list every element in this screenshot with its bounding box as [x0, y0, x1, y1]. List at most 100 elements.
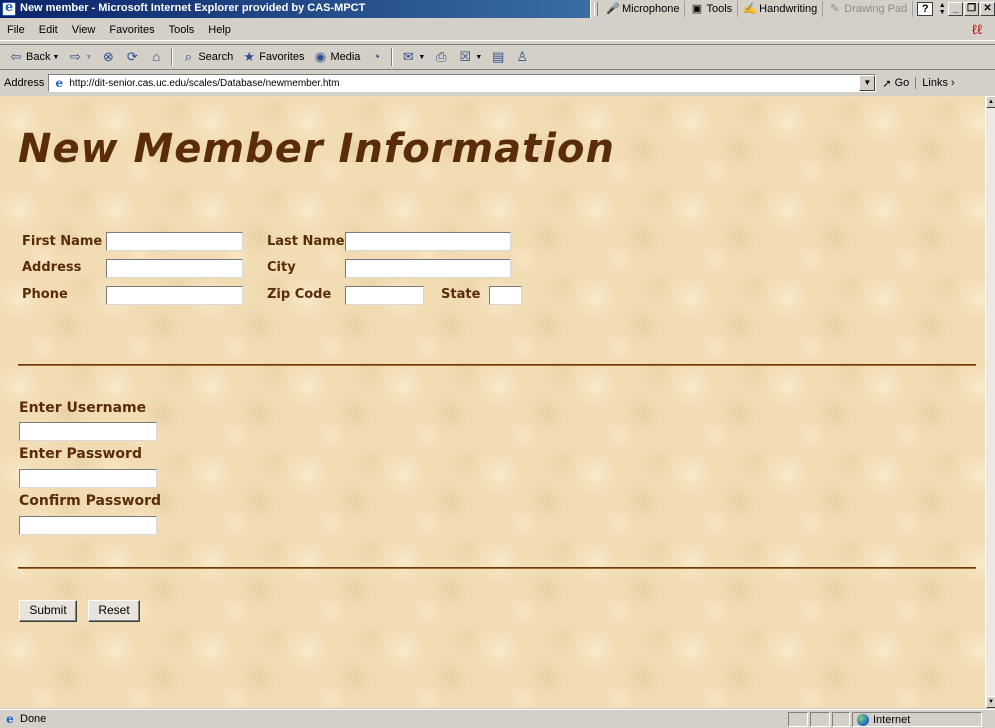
- handwriting-icon: ✍: [743, 3, 757, 15]
- address-label: Address: [4, 77, 45, 89]
- window-title: New member - Microsoft Internet Explorer…: [20, 2, 366, 14]
- reset-button[interactable]: Reset: [88, 600, 140, 622]
- scroll-down-arrow-icon[interactable]: ▼: [986, 696, 995, 708]
- discuss-button[interactable]: ▤: [486, 47, 510, 67]
- drawing-pad-icon: ✎: [830, 3, 840, 15]
- status-pane: [788, 712, 808, 727]
- refresh-icon: ⟳: [126, 49, 138, 64]
- phone-input[interactable]: [106, 286, 243, 305]
- search-icon: ⌕: [184, 49, 192, 64]
- language-bar: 🎤 Microphone ▣ Tools ✍ Handwriting ✎ Dra…: [590, 0, 995, 18]
- menu-file[interactable]: File: [0, 24, 32, 36]
- back-dropdown-icon[interactable]: ▼: [52, 54, 59, 61]
- mail-icon: ✉: [402, 49, 414, 64]
- drawing-pad-button[interactable]: ✎ Drawing Pad: [823, 1, 914, 17]
- section-divider: [18, 364, 976, 366]
- links-button[interactable]: Links ›: [915, 77, 955, 89]
- favorites-button[interactable]: ★ Favorites: [237, 47, 308, 67]
- zip-code-label: Zip Code: [267, 287, 332, 302]
- media-icon: ◉: [314, 49, 327, 64]
- internet-globe-icon: [857, 713, 869, 726]
- back-arrow-icon: ⇦: [10, 49, 22, 64]
- status-pane: [810, 712, 830, 727]
- print-button[interactable]: ⎙: [429, 47, 453, 67]
- edit-dropdown-icon[interactable]: ▼: [475, 54, 482, 61]
- go-arrow-icon: ➚: [882, 77, 892, 90]
- password-label: Enter Password: [19, 446, 142, 462]
- page-icon: e: [55, 76, 64, 90]
- zip-code-input[interactable]: [345, 286, 424, 305]
- last-name-input[interactable]: [345, 232, 511, 251]
- microphone-icon: 🎤: [606, 3, 620, 15]
- language-bar-help-button[interactable]: ?: [917, 2, 934, 16]
- stop-icon: ⊗: [102, 49, 114, 64]
- city-label: City: [267, 260, 296, 275]
- page-content: New Member Information First Name Last N…: [0, 96, 985, 708]
- go-button[interactable]: ➚ Go: [876, 77, 915, 90]
- vertical-scrollbar[interactable]: ▲ ▼: [985, 96, 995, 708]
- address-url[interactable]: http://dit-senior.cas.uc.edu/scales/Data…: [69, 78, 339, 89]
- page-status-icon: e: [6, 712, 14, 726]
- address-field[interactable]: e http://dit-senior.cas.uc.edu/scales/Da…: [48, 74, 877, 92]
- toolbar-separator: [171, 48, 174, 66]
- security-zone[interactable]: Internet: [852, 712, 982, 727]
- media-button[interactable]: ◉ Media: [308, 47, 364, 67]
- history-button[interactable]: ◔: [364, 47, 388, 67]
- mail-button[interactable]: ✉ ▼: [396, 47, 429, 67]
- toolbar-separator: [391, 48, 394, 66]
- first-name-label: First Name: [22, 234, 103, 249]
- submit-button[interactable]: Submit: [19, 600, 77, 622]
- restore-button[interactable]: ❐: [964, 2, 980, 16]
- home-icon: ⌂: [152, 49, 161, 64]
- username-label: Enter Username: [19, 400, 147, 416]
- mail-dropdown-icon[interactable]: ▼: [418, 54, 425, 61]
- menu-view[interactable]: View: [65, 24, 103, 36]
- tools-icon: ▣: [691, 3, 703, 15]
- brand-logo-icon: ℓℓ: [971, 22, 983, 38]
- menu-bar: File Edit View Favorites Tools Help ℓℓ: [0, 19, 995, 41]
- section-divider: [18, 567, 976, 569]
- password-input[interactable]: [19, 469, 157, 488]
- address-dropdown-icon[interactable]: ▼: [859, 75, 876, 91]
- history-icon: ◔: [372, 49, 381, 64]
- handwriting-button[interactable]: ✍ Handwriting: [738, 1, 824, 17]
- city-input[interactable]: [345, 259, 511, 278]
- status-text: Done: [20, 713, 47, 725]
- messenger-button[interactable]: ♙: [510, 47, 534, 67]
- menu-favorites[interactable]: Favorites: [102, 24, 161, 36]
- language-bar-grip[interactable]: [594, 2, 598, 16]
- state-label: State: [441, 287, 481, 302]
- back-button[interactable]: ⇦ Back ▼: [4, 47, 63, 67]
- confirm-password-label: Confirm Password: [19, 493, 162, 509]
- home-button[interactable]: ⌂: [144, 47, 168, 67]
- menu-tools[interactable]: Tools: [162, 24, 202, 36]
- ie-icon[interactable]: [2, 0, 16, 16]
- phone-label: Phone: [22, 287, 68, 302]
- print-icon: ⎙: [436, 49, 447, 64]
- microphone-button[interactable]: 🎤 Microphone: [601, 1, 686, 17]
- address-bar: Address e http://dit-senior.cas.uc.edu/s…: [0, 72, 995, 94]
- forward-button[interactable]: ⇨ ▼: [63, 47, 96, 67]
- refresh-button[interactable]: ⟳: [120, 47, 144, 67]
- tools-button[interactable]: ▣ Tools: [685, 1, 739, 17]
- search-button[interactable]: ⌕ Search: [176, 47, 237, 67]
- first-name-input[interactable]: [106, 232, 243, 251]
- standard-toolbar: ⇦ Back ▼ ⇨ ▼ ⊗ ⟳ ⌂ ⌕ Search ★ Favorites …: [0, 44, 995, 70]
- menu-edit[interactable]: Edit: [32, 24, 65, 36]
- username-input[interactable]: [19, 422, 157, 441]
- menu-help[interactable]: Help: [201, 24, 238, 36]
- state-input[interactable]: [489, 286, 522, 305]
- stop-button[interactable]: ⊗: [96, 47, 120, 67]
- forward-dropdown-icon[interactable]: ▼: [85, 54, 92, 61]
- confirm-password-input[interactable]: [19, 516, 157, 535]
- close-button[interactable]: ✕: [980, 2, 995, 16]
- last-name-label: Last Name: [267, 234, 345, 249]
- minimize-button[interactable]: _: [948, 2, 964, 16]
- address-field-label: Address: [22, 260, 82, 275]
- edit-icon: ☒: [459, 49, 472, 64]
- scroll-up-arrow-icon[interactable]: ▲: [986, 96, 995, 108]
- edit-button[interactable]: ☒ ▼: [453, 47, 486, 67]
- address-input[interactable]: [106, 259, 243, 278]
- status-pane: [832, 712, 850, 727]
- language-bar-options-icon[interactable]: ▲ ▼: [937, 2, 947, 16]
